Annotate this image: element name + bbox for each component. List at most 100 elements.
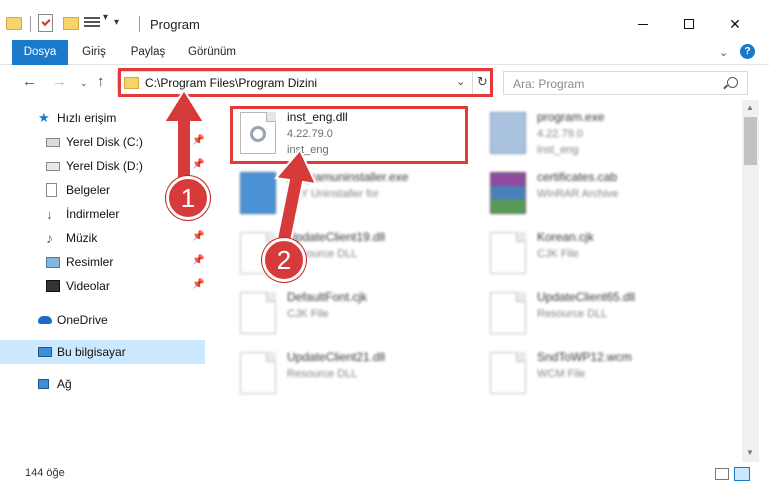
video-icon — [46, 280, 60, 292]
pin-icon: 📌 — [192, 255, 205, 266]
tab-home[interactable]: Giriş — [76, 40, 112, 65]
file-description: WinRAR Archive — [537, 188, 619, 200]
sidebar-item-label: Belgeler — [66, 183, 111, 197]
search-input[interactable]: Ara: Program — [503, 71, 748, 95]
cloud-icon — [38, 316, 52, 324]
file-version: 4.22.79.0 — [537, 128, 583, 140]
file-icon — [490, 232, 526, 274]
help-icon[interactable]: ? — [740, 44, 755, 59]
status-bar: 144 öğe — [0, 462, 769, 498]
folder-icon — [6, 17, 22, 30]
sidebar-item-label: Hızlı erişim — [57, 111, 117, 125]
sidebar-item-label: Yerel Disk (D:) — [66, 159, 143, 173]
scroll-down-icon[interactable]: ▼ — [746, 448, 754, 457]
file-name: Korean.cjk — [537, 230, 594, 244]
new-folder-icon[interactable] — [63, 17, 79, 30]
winrar-icon — [490, 172, 526, 214]
file-icon — [490, 352, 526, 394]
sidebar-item-network[interactable]: Ağ — [0, 372, 205, 396]
scrollbar-thumb[interactable] — [744, 117, 757, 165]
sidebar-item-label: Yerel Disk (C:) — [66, 135, 143, 149]
tab-share[interactable]: Paylaş — [126, 40, 170, 65]
drive-icon — [46, 162, 60, 171]
document-icon — [46, 183, 57, 197]
step-badge-2: 2 — [262, 238, 306, 282]
file-item[interactable]: UpdateClient65.dll Resource DLL — [482, 286, 722, 342]
exe-icon — [490, 112, 526, 154]
sidebar-item-label: Ağ — [57, 377, 72, 391]
file-description: CJK File — [537, 248, 579, 260]
pin-icon: 📌 — [192, 279, 205, 290]
up-arrow-icon[interactable]: ↑ — [97, 73, 105, 90]
file-description: WCM File — [537, 368, 586, 380]
sidebar-item-pictures[interactable]: Resimler 📌 — [0, 250, 205, 274]
chevron-down-icon[interactable]: ▾ — [103, 12, 108, 23]
minimize-icon — [638, 23, 648, 25]
drive-icon — [46, 138, 60, 147]
star-icon: ★ — [38, 110, 50, 125]
minimize-button[interactable] — [620, 8, 666, 40]
sidebar-item-label: Videolar — [66, 279, 110, 293]
divider — [30, 16, 31, 32]
maximize-button[interactable] — [666, 8, 712, 40]
file-description: Resource DLL — [537, 308, 608, 320]
back-arrow-icon[interactable]: ← — [22, 73, 37, 90]
computer-icon — [38, 347, 52, 357]
file-item[interactable]: program.exe 4.22.79.0 inst_eng — [482, 106, 722, 162]
large-icons-view-icon[interactable] — [734, 467, 750, 481]
file-name: DefaultFont.cjk — [287, 290, 368, 304]
details-view-icon[interactable] — [715, 468, 729, 480]
vertical-scrollbar[interactable]: ▲ ▼ — [742, 100, 759, 462]
sidebar-item-label: OneDrive — [57, 313, 108, 327]
file-icon — [240, 292, 276, 334]
file-name: SndToWP12.wcm — [537, 350, 632, 364]
file-item[interactable]: UpdateClient21.dll Resource DLL — [232, 346, 472, 402]
file-item[interactable]: Korean.cjk CJK File — [482, 226, 722, 282]
scroll-up-icon[interactable]: ▲ — [746, 103, 754, 112]
sidebar-item-label: İndirmeler — [66, 207, 120, 221]
recent-locations-icon[interactable]: ⌄ — [80, 78, 88, 89]
window-title: Program — [150, 17, 200, 32]
divider — [139, 16, 140, 32]
sidebar-item-videos[interactable]: Videolar 📌 — [0, 274, 205, 298]
tab-view[interactable]: Görünüm — [182, 40, 242, 65]
maximize-icon — [684, 19, 694, 29]
file-icon — [490, 292, 526, 334]
pin-icon: 📌 — [192, 231, 205, 242]
file-description: inst_eng — [537, 144, 579, 156]
quick-access-dropdown-icon[interactable]: ▾ — [114, 17, 119, 28]
file-icon — [240, 352, 276, 394]
sidebar-item-music[interactable]: ♪ Müzik 📌 — [0, 226, 205, 250]
sidebar-item-label: Bu bilgisayar — [57, 345, 126, 359]
file-description: Resource DLL — [287, 368, 358, 380]
close-button[interactable]: ✕ — [712, 8, 758, 40]
file-description: CJK File — [287, 308, 329, 320]
title-bar: ▾ ▾ Program ✕ — [0, 0, 769, 40]
tab-file[interactable]: Dosya — [12, 40, 68, 65]
sidebar-item-label: Resimler — [66, 255, 114, 269]
music-icon: ♪ — [46, 230, 53, 246]
forward-arrow-icon[interactable]: → — [52, 73, 67, 90]
step-badge-1: 1 — [166, 176, 210, 220]
file-item[interactable]: DefaultFont.cjk CJK File — [232, 286, 472, 342]
sidebar-item-onedrive[interactable]: OneDrive — [0, 308, 205, 332]
file-name: UpdateClient21.dll — [287, 350, 386, 364]
ribbon: Dosya Giriş Paylaş Görünüm ⌄ ? — [0, 40, 769, 65]
network-icon — [38, 379, 49, 389]
file-name: UpdateClient65.dll — [537, 290, 636, 304]
file-item[interactable]: SndToWP12.wcm WCM File — [482, 346, 722, 402]
file-name: program.exe — [537, 110, 605, 124]
item-count: 144 öğe — [25, 467, 65, 479]
search-icon[interactable] — [727, 77, 738, 88]
search-placeholder: Ara: Program — [513, 77, 585, 91]
close-icon: ✕ — [729, 15, 741, 32]
sidebar-item-label: Müzik — [66, 231, 98, 245]
customize-icon[interactable] — [84, 15, 100, 31]
pictures-icon — [46, 257, 60, 268]
file-item[interactable]: certificates.cab WinRAR Archive — [482, 166, 722, 222]
download-icon: ↓ — [46, 206, 53, 222]
sidebar-item-this-pc[interactable]: Bu bilgisayar — [0, 340, 205, 364]
properties-check-icon[interactable] — [38, 14, 53, 32]
expand-ribbon-icon[interactable]: ⌄ — [719, 46, 728, 59]
file-name: certificates.cab — [537, 170, 618, 184]
